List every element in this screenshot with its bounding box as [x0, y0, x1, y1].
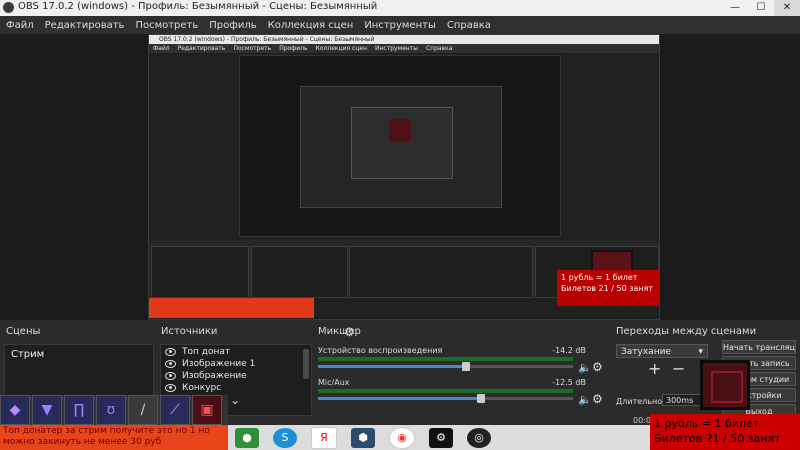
volume-slider[interactable] — [318, 362, 573, 371]
speaker-icon[interactable]: 🔈 — [578, 361, 592, 374]
deeper-preview — [351, 107, 453, 179]
channel-db: -14.2 dB — [552, 346, 586, 355]
menu-tools[interactable]: Инструменты — [364, 20, 436, 31]
ticket-line-2: Билетов 21 / 50 занят — [654, 432, 781, 445]
nested-cube — [389, 119, 411, 141]
item-icon-strip: ◆ ▼ ∏ ʊ / ⟋ ▣ — [0, 395, 228, 425]
mixer-channel: Mic/Aux -12.5 dB 🔈 ⚙ — [316, 378, 606, 408]
channel-db: -12.5 dB — [552, 378, 586, 387]
source-item[interactable]: Изображение 1 — [161, 358, 311, 369]
menu-view[interactable]: Посмотреть — [135, 20, 198, 31]
nested-preview-capture: OBS 17.0.2 (windows) - Профиль: Безымянн… — [148, 34, 660, 320]
minimize-button[interactable]: — — [722, 0, 748, 16]
menu-bar: Файл Редактировать Посмотреть Профиль Ко… — [0, 16, 800, 34]
transition-select[interactable]: Затухание — [616, 344, 708, 359]
steam-icon[interactable]: ⚙ — [429, 427, 453, 448]
redstone-cube-image — [700, 360, 750, 410]
volume-slider[interactable] — [318, 394, 573, 403]
armor-icon: ▼ — [32, 395, 62, 425]
nested-promo — [149, 298, 314, 318]
source-item[interactable]: Изображение — [161, 370, 311, 381]
ticket-line-1: 1 рубль = 1 билет — [654, 417, 760, 430]
volume-meter — [318, 357, 573, 361]
deep-preview — [300, 86, 502, 208]
chevron-down-icon[interactable]: ⌄ — [230, 393, 240, 407]
redstone-block-icon: ▣ — [192, 395, 222, 425]
leggings-icon: ∏ — [64, 395, 94, 425]
eye-icon[interactable] — [165, 359, 176, 368]
cube-app-icon[interactable]: ⬢ — [351, 427, 375, 448]
sources-scrollbar[interactable] — [303, 349, 309, 379]
speaker-icon[interactable]: 🔈 — [578, 393, 592, 406]
yandex-icon[interactable]: Я — [311, 426, 337, 449]
source-item[interactable]: Топ донат — [161, 346, 311, 357]
nested-scenes — [151, 246, 249, 298]
title-bar: OBS 17.0.2 (windows) - Профиль: Безымянн… — [0, 0, 800, 16]
donation-promo: Топ донатер за стрим получите это но 1 н… — [0, 425, 228, 450]
channel-name: Устройство воспроизведения — [318, 346, 443, 355]
menu-edit[interactable]: Редактировать — [45, 20, 125, 31]
window-title: OBS 17.0.2 (windows) - Профиль: Безымянн… — [18, 1, 378, 12]
scene-item[interactable]: Стрим — [7, 347, 151, 362]
start-streaming-button[interactable]: Начать трансляцию — [722, 340, 796, 354]
eye-icon[interactable] — [165, 383, 176, 392]
menu-help[interactable]: Справка — [447, 20, 491, 31]
nested-ticket: 1 рубль = 1 билет Билетов 21 / 50 занят — [557, 270, 659, 306]
nested-mixer — [349, 246, 533, 298]
sword-icon: / — [128, 395, 158, 425]
obs-icon[interactable]: ● — [235, 427, 259, 448]
ticket-counter: 1 рубль = 1 билет Билетов 21 / 50 занят — [650, 414, 800, 450]
menu-scene-collection[interactable]: Коллекция сцен — [268, 20, 354, 31]
obs-icon[interactable]: ◎ — [467, 427, 491, 448]
obs-logo-icon — [3, 2, 14, 13]
sources-title: Источники — [161, 326, 218, 337]
remove-transition-button[interactable]: − — [672, 359, 685, 378]
audio-mixer: Устройство воспроизведения -14.2 dB 🔈 ⚙ … — [316, 344, 606, 414]
taskbar: ● S Я ⬢ ◉ ⚙ ◎ — [228, 425, 650, 450]
channel-name: Mic/Aux — [318, 378, 350, 387]
nested-title: OBS 17.0.2 (windows) - Профиль: Безымянн… — [149, 35, 659, 44]
transitions-title: Переходы между сценами — [616, 326, 757, 337]
eye-icon[interactable] — [165, 371, 176, 380]
volume-meter — [318, 389, 573, 393]
mixer-channel: Устройство воспроизведения -14.2 dB 🔈 ⚙ — [316, 346, 606, 376]
nested-menu: Файл Редактировать Посмотреть Профиль Коллек… — [149, 44, 659, 53]
source-item[interactable]: Конкурс — [161, 382, 311, 393]
chrome-icon[interactable]: ◉ — [389, 426, 415, 449]
scenes-title: Сцены — [6, 326, 41, 337]
nested-preview — [239, 55, 561, 237]
menu-file[interactable]: Файл — [6, 20, 34, 31]
nested-sources — [251, 246, 348, 298]
eye-icon[interactable] — [165, 347, 176, 356]
gear-icon[interactable]: ⚙ — [592, 392, 603, 406]
mixer-gear-icon[interactable]: ⚙ — [344, 325, 355, 339]
purple-gem-icon: ◆ — [0, 395, 30, 425]
close-button[interactable]: ✕ — [774, 0, 800, 16]
add-transition-button[interactable]: + — [648, 359, 661, 378]
menu-profile[interactable]: Профиль — [209, 20, 256, 31]
gem-sword-icon: ⟋ — [160, 395, 190, 425]
maximize-button[interactable]: ☐ — [748, 0, 774, 16]
gear-icon[interactable]: ⚙ — [592, 360, 603, 374]
skype-icon[interactable]: S — [273, 427, 297, 448]
boots-icon: ʊ — [96, 395, 126, 425]
